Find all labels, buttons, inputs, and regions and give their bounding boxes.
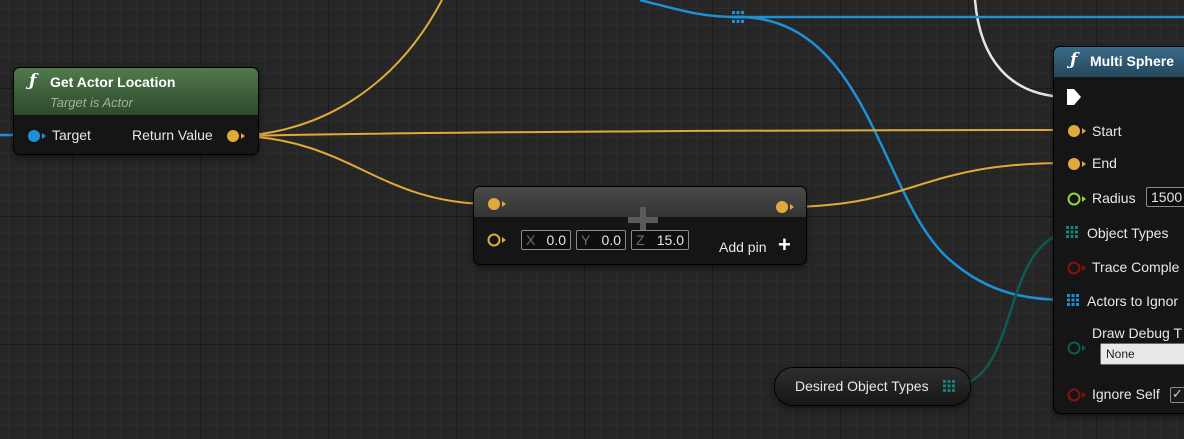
check-icon: ✓ — [1172, 386, 1183, 401]
multi-sphere-trace-node[interactable]: ƒ Multi Sphere Start End Radius 1500 Obj… — [1054, 47, 1184, 413]
radius-label: Radius — [1092, 190, 1136, 206]
object-types-label: Object Types — [1087, 225, 1169, 241]
target-pin-icon[interactable] — [26, 128, 48, 144]
trace-complex-pin-icon[interactable] — [1066, 260, 1088, 276]
x-value: 0.0 — [546, 232, 566, 248]
draw-debug-pin-icon[interactable] — [1066, 340, 1088, 356]
location-to-add-wire — [241, 135, 489, 205]
end-pin-icon[interactable] — [1066, 156, 1088, 172]
variable-array-icon[interactable] — [943, 380, 957, 394]
x-axis-label: X — [526, 232, 536, 248]
radius-value: 1500 — [1151, 189, 1183, 205]
exec-in-pin-icon[interactable] — [1066, 88, 1082, 106]
add-output-pin-icon[interactable] — [774, 199, 796, 215]
location-to-start-wire — [241, 129, 1073, 137]
ignore-self-checkbox[interactable]: ✓ — [1170, 386, 1184, 403]
trace-complex-label: Trace Comple — [1092, 259, 1180, 275]
add-pin-button[interactable]: Add pin — [719, 239, 766, 255]
function-icon: ƒ — [29, 71, 37, 91]
get-actor-location-node[interactable]: ƒ Get Actor Location Target is Actor Tar… — [14, 68, 258, 154]
radius-value-field[interactable]: 1500 — [1146, 187, 1184, 207]
x-value-field[interactable]: X 0.0 — [521, 230, 571, 250]
actor-array-wire-top — [639, 0, 1184, 19]
node-subtitle: Target is Actor — [50, 95, 133, 110]
variable-label: Desired Object Types — [795, 378, 929, 394]
desired-object-types-node[interactable]: Desired Object Types — [775, 368, 970, 405]
y-value: 0.0 — [601, 232, 621, 248]
reroute-array-icon[interactable] — [732, 11, 744, 23]
draw-debug-value: None — [1106, 347, 1135, 361]
z-axis-label: Z — [636, 232, 645, 248]
plus-icon[interactable]: + — [778, 232, 791, 258]
add-symbol-icon — [628, 207, 658, 231]
add-input-a-pin-icon[interactable] — [486, 196, 508, 212]
object-types-wire — [954, 230, 1069, 388]
z-value-field[interactable]: Z 15.0 — [631, 230, 689, 250]
return-value-label: Return Value — [132, 127, 213, 143]
vector-add-node[interactable]: X 0.0 Y 0.0 Z 15.0 Add pin + — [474, 187, 806, 264]
ignore-self-label: Ignore Self — [1092, 386, 1160, 402]
node-title: Multi Sphere — [1090, 53, 1175, 69]
y-axis-label: Y — [581, 232, 591, 248]
draw-debug-dropdown[interactable]: None — [1100, 343, 1184, 365]
z-value: 15.0 — [656, 232, 684, 248]
return-value-pin-icon[interactable] — [225, 128, 247, 144]
radius-pin-icon[interactable] — [1066, 191, 1088, 207]
ignore-self-pin-icon[interactable] — [1066, 387, 1088, 403]
object-types-array-icon[interactable] — [1066, 226, 1080, 240]
add-input-b-pin-icon[interactable] — [486, 232, 508, 248]
exec-wire — [973, 0, 1066, 99]
function-icon: ƒ — [1070, 50, 1078, 70]
actors-to-ignore-array-icon[interactable] — [1067, 294, 1081, 308]
location-wire-up — [241, 0, 443, 137]
start-pin-icon[interactable] — [1066, 123, 1088, 139]
start-label: Start — [1092, 123, 1122, 139]
y-value-field[interactable]: Y 0.0 — [576, 230, 626, 250]
target-label: Target — [52, 127, 91, 143]
node-title: Get Actor Location — [50, 74, 176, 90]
draw-debug-label: Draw Debug T — [1092, 325, 1183, 341]
end-label: End — [1092, 155, 1117, 171]
add-to-end-wire — [789, 161, 1073, 208]
actors-to-ignore-label: Actors to Ignor — [1087, 293, 1179, 309]
